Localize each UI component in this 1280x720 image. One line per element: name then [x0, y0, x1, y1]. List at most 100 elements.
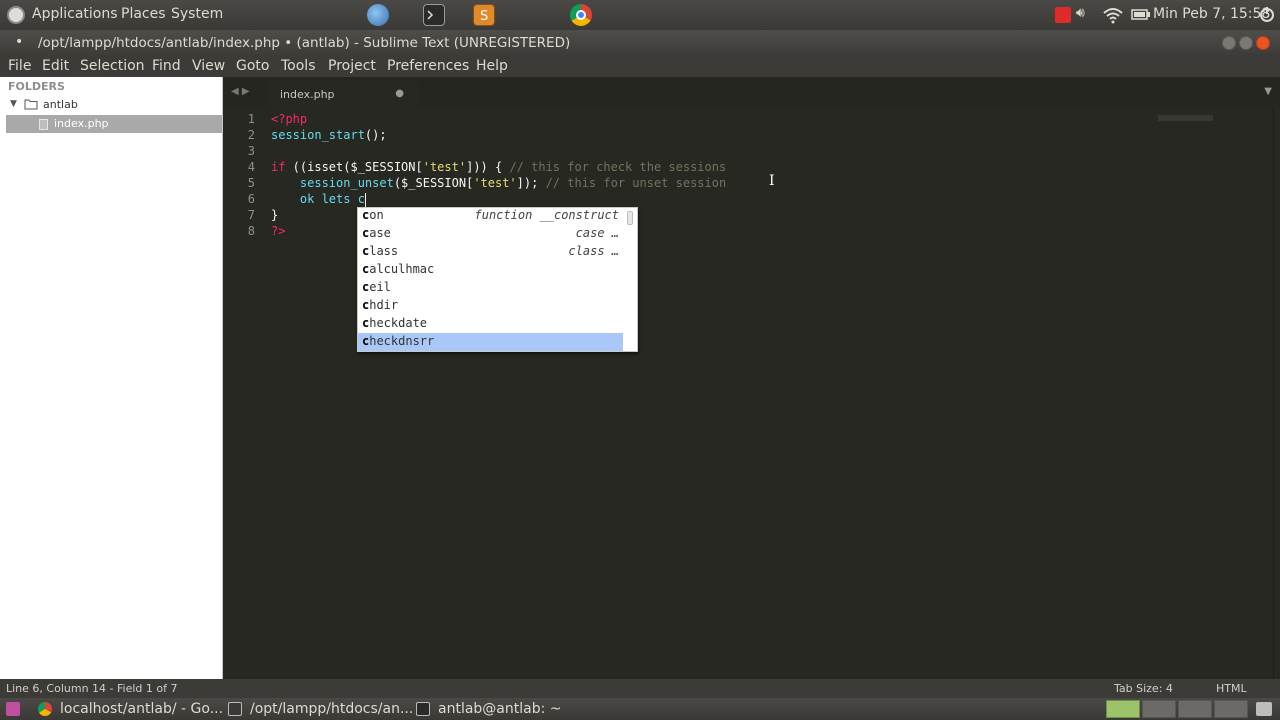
chrome-icon [38, 702, 52, 716]
autocomplete-item[interactable]: calculhmac [358, 261, 623, 279]
line-number: 3 [247, 144, 255, 158]
workspace-switcher-2[interactable] [1142, 700, 1176, 718]
menubar: File Edit Selection Find View Goto Tools… [0, 56, 1280, 77]
close-button[interactable] [1256, 36, 1270, 50]
clock[interactable]: Min Peb 7, 15:58 [1153, 6, 1270, 22]
modified-indicator-icon: • [15, 34, 24, 50]
menu-tools[interactable]: Tools [281, 58, 316, 74]
sidebar: FOLDERS ▼ antlab index.php [0, 77, 223, 679]
code-line[interactable]: if ((isset($_SESSION['test'])) { // this… [271, 159, 726, 175]
autocomplete-trigger: class [362, 244, 399, 258]
tab-size-selector[interactable]: Tab Size: 4 [1114, 682, 1173, 695]
line-number: 1 [247, 112, 255, 126]
autocomplete-item[interactable]: checkdate [358, 315, 623, 333]
sidebar-file-index-php[interactable]: index.php [6, 115, 222, 133]
code-line[interactable]: ok lets c [271, 191, 726, 207]
volume-icon[interactable]: 🔊︎ [1076, 5, 1085, 21]
autocomplete-trigger: case [362, 226, 391, 240]
taskbar-item-label: localhost/antlab/ - Go... [60, 701, 224, 717]
autocomplete-trigger: con [362, 208, 384, 222]
cursor-position-status: Line 6, Column 14 - Field 1 of 7 [6, 682, 178, 695]
workspace-switcher-3[interactable] [1178, 700, 1212, 718]
line-number-gutter: 1 2 3 4 5 6 7 8 [223, 111, 255, 239]
file-label: index.php [54, 117, 109, 130]
taskbar-item-sublime[interactable]: /opt/lampp/htdocs/an... [228, 700, 413, 720]
menu-selection[interactable]: Selection [80, 58, 145, 74]
code-line[interactable]: session_unset($_SESSION['test']); // thi… [271, 175, 726, 191]
battery-icon[interactable] [1131, 9, 1151, 21]
menu-help[interactable]: Help [476, 58, 508, 74]
system-menu[interactable]: System [171, 6, 223, 22]
tab-dirty-icon[interactable]: ● [395, 88, 404, 99]
top-panel: Applications Places System S 🔊︎ Min Peb … [0, 0, 1280, 30]
window-titlebar[interactable]: • /opt/lampp/htdocs/antlab/index.php • (… [0, 30, 1280, 56]
svg-text:S: S [480, 9, 488, 24]
disclosure-triangle-icon[interactable]: ▼ [10, 99, 17, 109]
trash-icon[interactable] [1256, 702, 1272, 716]
folder-icon [24, 99, 38, 110]
menu-file[interactable]: File [8, 58, 31, 74]
menu-edit[interactable]: Edit [42, 58, 69, 74]
show-desktop-icon[interactable] [6, 702, 20, 716]
menu-view[interactable]: View [192, 58, 225, 74]
menu-find[interactable]: Find [152, 58, 181, 74]
line-number: 2 [247, 128, 255, 142]
sublime-icon [228, 702, 242, 716]
tab-nav-arrows-icon[interactable]: ◀ ▶ [231, 86, 250, 97]
taskbar-item-label: /opt/lampp/htdocs/an... [250, 701, 414, 717]
minimize-button[interactable] [1222, 36, 1236, 50]
taskbar-item-terminal[interactable]: antlab@antlab: ~ [416, 700, 576, 720]
file-icon [39, 119, 48, 130]
line-number: 4 [247, 160, 255, 174]
tab-bar: ◀ ▶ index.php ● ▼ [223, 77, 1280, 107]
autocomplete-item[interactable]: checkdnsrr [358, 333, 623, 351]
wifi-icon[interactable] [1102, 6, 1124, 24]
menu-preferences[interactable]: Preferences [387, 58, 469, 74]
workspace-switcher-active[interactable] [1106, 700, 1140, 718]
autocomplete-hint: class … [568, 244, 619, 258]
terminal-launcher-icon[interactable] [423, 4, 445, 26]
editor-scrollbar[interactable] [1273, 107, 1280, 679]
minimap[interactable] [1158, 115, 1213, 121]
syntax-selector[interactable]: HTML [1216, 682, 1247, 695]
code-line[interactable]: session_start(); [271, 127, 726, 143]
code-line[interactable] [271, 143, 726, 159]
code-line[interactable]: <?php [271, 111, 726, 127]
window-title: /opt/lampp/htdocs/antlab/index.php • (an… [38, 35, 571, 51]
record-indicator-icon[interactable] [1055, 7, 1071, 23]
autocomplete-item[interactable]: chdir [358, 297, 623, 315]
line-number: 5 [247, 176, 255, 190]
autocomplete-popup[interactable]: con function __construct case case … class cl… [357, 207, 638, 352]
autocomplete-scrollbar[interactable] [627, 211, 633, 225]
menu-project[interactable]: Project [328, 58, 376, 74]
tab-dropdown-icon[interactable]: ▼ [1264, 86, 1272, 97]
folders-header: FOLDERS [8, 80, 65, 93]
autocomplete-trigger: ceil [362, 280, 391, 294]
taskbar-item-chrome[interactable]: localhost/antlab/ - Go... [38, 700, 223, 720]
applications-menu[interactable]: Applications [32, 6, 118, 22]
autocomplete-item[interactable]: class class … [358, 243, 623, 261]
tab-index-php[interactable]: index.php ● [268, 81, 418, 107]
terminal-icon [416, 702, 430, 716]
gnome-logo-icon[interactable] [7, 6, 25, 24]
browser-launcher-icon[interactable] [367, 4, 389, 26]
autocomplete-item[interactable]: ceil [358, 279, 623, 297]
autocomplete-trigger: checkdnsrr [362, 334, 435, 348]
workspace-switcher-4[interactable] [1214, 700, 1248, 718]
power-icon[interactable] [1259, 5, 1275, 23]
mouse-ibeam-cursor-icon: I [769, 173, 775, 189]
taskbar-item-label: antlab@antlab: ~ [438, 701, 562, 717]
line-number: 8 [247, 224, 255, 238]
menu-goto[interactable]: Goto [236, 58, 269, 74]
chrome-launcher-icon[interactable] [570, 4, 592, 26]
line-number: 6 [247, 192, 255, 206]
autocomplete-hint: case … [575, 226, 619, 240]
code-editor[interactable]: 1 2 3 4 5 6 7 8 <?php session_start();if … [223, 107, 1273, 679]
tab-label: index.php [280, 88, 335, 101]
text-caret [364, 192, 366, 207]
maximize-button[interactable] [1239, 36, 1253, 50]
autocomplete-item[interactable]: con function __construct [358, 207, 623, 225]
places-menu[interactable]: Places [121, 6, 166, 22]
sublime-launcher-icon[interactable]: S [473, 4, 495, 26]
autocomplete-item[interactable]: case case … [358, 225, 623, 243]
